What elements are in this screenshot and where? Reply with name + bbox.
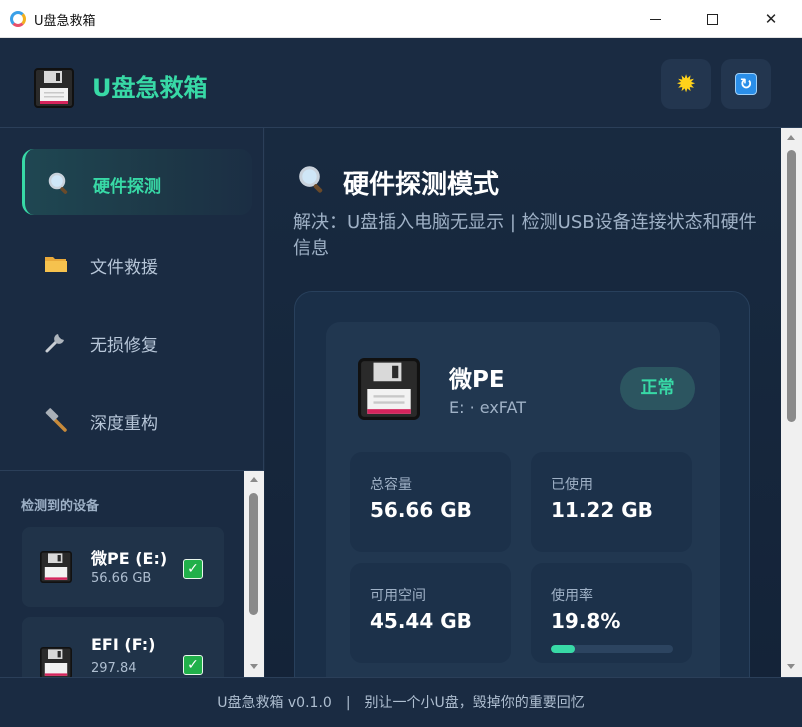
main-scrollbar[interactable]: [781, 128, 802, 677]
refresh-icon: ↻: [735, 73, 757, 95]
status-badge: 正常: [620, 367, 695, 410]
close-icon: ✕: [764, 10, 778, 28]
sun-icon: ✹: [675, 70, 697, 98]
footer: U盘急救箱 v0.1.0 | 别让一个小U盘，毁掉你的重要回忆: [0, 677, 802, 727]
page-description: 解决：U盘插入电脑无显示 | 检测USB设备连接状态和硬件信息: [293, 212, 757, 259]
magnifier-icon: [297, 164, 327, 201]
sidebar-item-label: 深度重构: [90, 414, 158, 434]
stat-label: 总容量: [370, 477, 412, 493]
stat-value: 56.66 GB: [370, 498, 472, 522]
scroll-thumb[interactable]: [249, 493, 258, 615]
app-icon: [10, 11, 26, 27]
minimize-icon: [649, 18, 661, 20]
stat-label: 已使用: [551, 477, 593, 493]
stat-free-space: 可用空间 45.44 GB: [350, 563, 511, 663]
sidebar-item-lossless-repair[interactable]: 无损修复: [22, 308, 252, 374]
device-list-scrollbar[interactable]: [244, 471, 264, 678]
drive-name: 微PE: [449, 367, 505, 393]
drive-meta: E: · exFAT: [449, 398, 526, 417]
usage-progress-fill: [551, 645, 576, 653]
floppy-disk-logo-icon: [34, 68, 74, 108]
sidebar-item-label: 无损修复: [90, 336, 158, 356]
sidebar-item-label: 文件救援: [90, 258, 158, 278]
minimize-button[interactable]: [632, 0, 678, 38]
footer-version: U盘急救箱 v0.1.0: [217, 695, 332, 711]
main-content: 硬件探测模式 解决：U盘插入电脑无显示 | 检测USB设备连接状态和硬件信息 微…: [265, 128, 781, 677]
maximize-button[interactable]: [689, 0, 735, 38]
checkbox-checked-icon[interactable]: ✓: [183, 655, 203, 675]
sidebar: 硬件探测 文件救援 无损修复 深度重构 检测到的设备 微PE (E:) 56.6…: [0, 128, 264, 697]
stat-value: 11.22 GB: [551, 498, 653, 522]
window-title: U盘急救箱: [34, 14, 96, 29]
folder-icon: [44, 252, 68, 276]
floppy-disk-icon: [40, 551, 72, 583]
footer-separator: |: [345, 695, 351, 711]
window-titlebar: U盘急救箱 ✕: [0, 0, 802, 38]
device-list-panel: 检测到的设备 微PE (E:) 56.66 GB ✓ EFI (F:) 297.…: [0, 470, 264, 697]
usage-progress-bar: [551, 645, 673, 653]
floppy-disk-icon: [358, 358, 420, 420]
app-header: U盘急救箱 ✹ ↻: [0, 38, 802, 128]
floppy-disk-icon: [40, 647, 72, 679]
device-name: EFI (F:): [91, 635, 156, 654]
wrench-icon: [44, 330, 68, 354]
stat-label: 可用空间: [370, 588, 426, 604]
device-size: 297.84: [91, 661, 137, 676]
page-title: 硬件探测模式: [343, 170, 500, 200]
device-size: 56.66 GB: [91, 571, 152, 586]
stat-usage-rate: 使用率 19.8%: [531, 563, 692, 663]
drive-panel: 微PE E: · exFAT 正常 总容量 56.66 GB 已使用 11.22…: [294, 291, 750, 677]
scroll-down-arrow-icon[interactable]: [787, 664, 795, 669]
sidebar-item-file-rescue[interactable]: 文件救援: [22, 230, 252, 296]
refresh-button[interactable]: ↻: [721, 59, 771, 109]
hammer-icon: [44, 408, 68, 432]
maximize-icon: [706, 13, 718, 25]
stat-used: 已使用 11.22 GB: [531, 452, 692, 552]
stat-value: 45.44 GB: [370, 609, 472, 633]
sidebar-item-label: 硬件探测: [93, 177, 161, 197]
sidebar-item-deep-rebuild[interactable]: 深度重构: [22, 386, 252, 452]
close-button[interactable]: ✕: [748, 0, 794, 38]
checkbox-checked-icon[interactable]: ✓: [183, 559, 203, 579]
theme-toggle-button[interactable]: ✹: [661, 59, 711, 109]
scroll-up-arrow-icon[interactable]: [250, 477, 258, 482]
stat-total-capacity: 总容量 56.66 GB: [350, 452, 511, 552]
scroll-up-arrow-icon[interactable]: [787, 135, 795, 140]
footer-slogan: 别让一个小U盘，毁掉你的重要回忆: [364, 695, 585, 711]
scroll-thumb[interactable]: [787, 150, 796, 422]
device-list-title: 检测到的设备: [21, 499, 100, 514]
drive-card: 微PE E: · exFAT 正常 总容量 56.66 GB 已使用 11.22…: [326, 322, 720, 677]
device-card[interactable]: 微PE (E:) 56.66 GB ✓: [22, 527, 224, 607]
brand-title: U盘急救箱: [92, 74, 208, 102]
stat-label: 使用率: [551, 588, 593, 604]
stat-value: 19.8%: [551, 609, 621, 633]
sidebar-item-hardware-detect[interactable]: 硬件探测: [22, 149, 252, 215]
magnifier-icon: [47, 171, 71, 195]
scroll-down-arrow-icon[interactable]: [250, 664, 258, 669]
device-name: 微PE (E:): [91, 549, 168, 568]
